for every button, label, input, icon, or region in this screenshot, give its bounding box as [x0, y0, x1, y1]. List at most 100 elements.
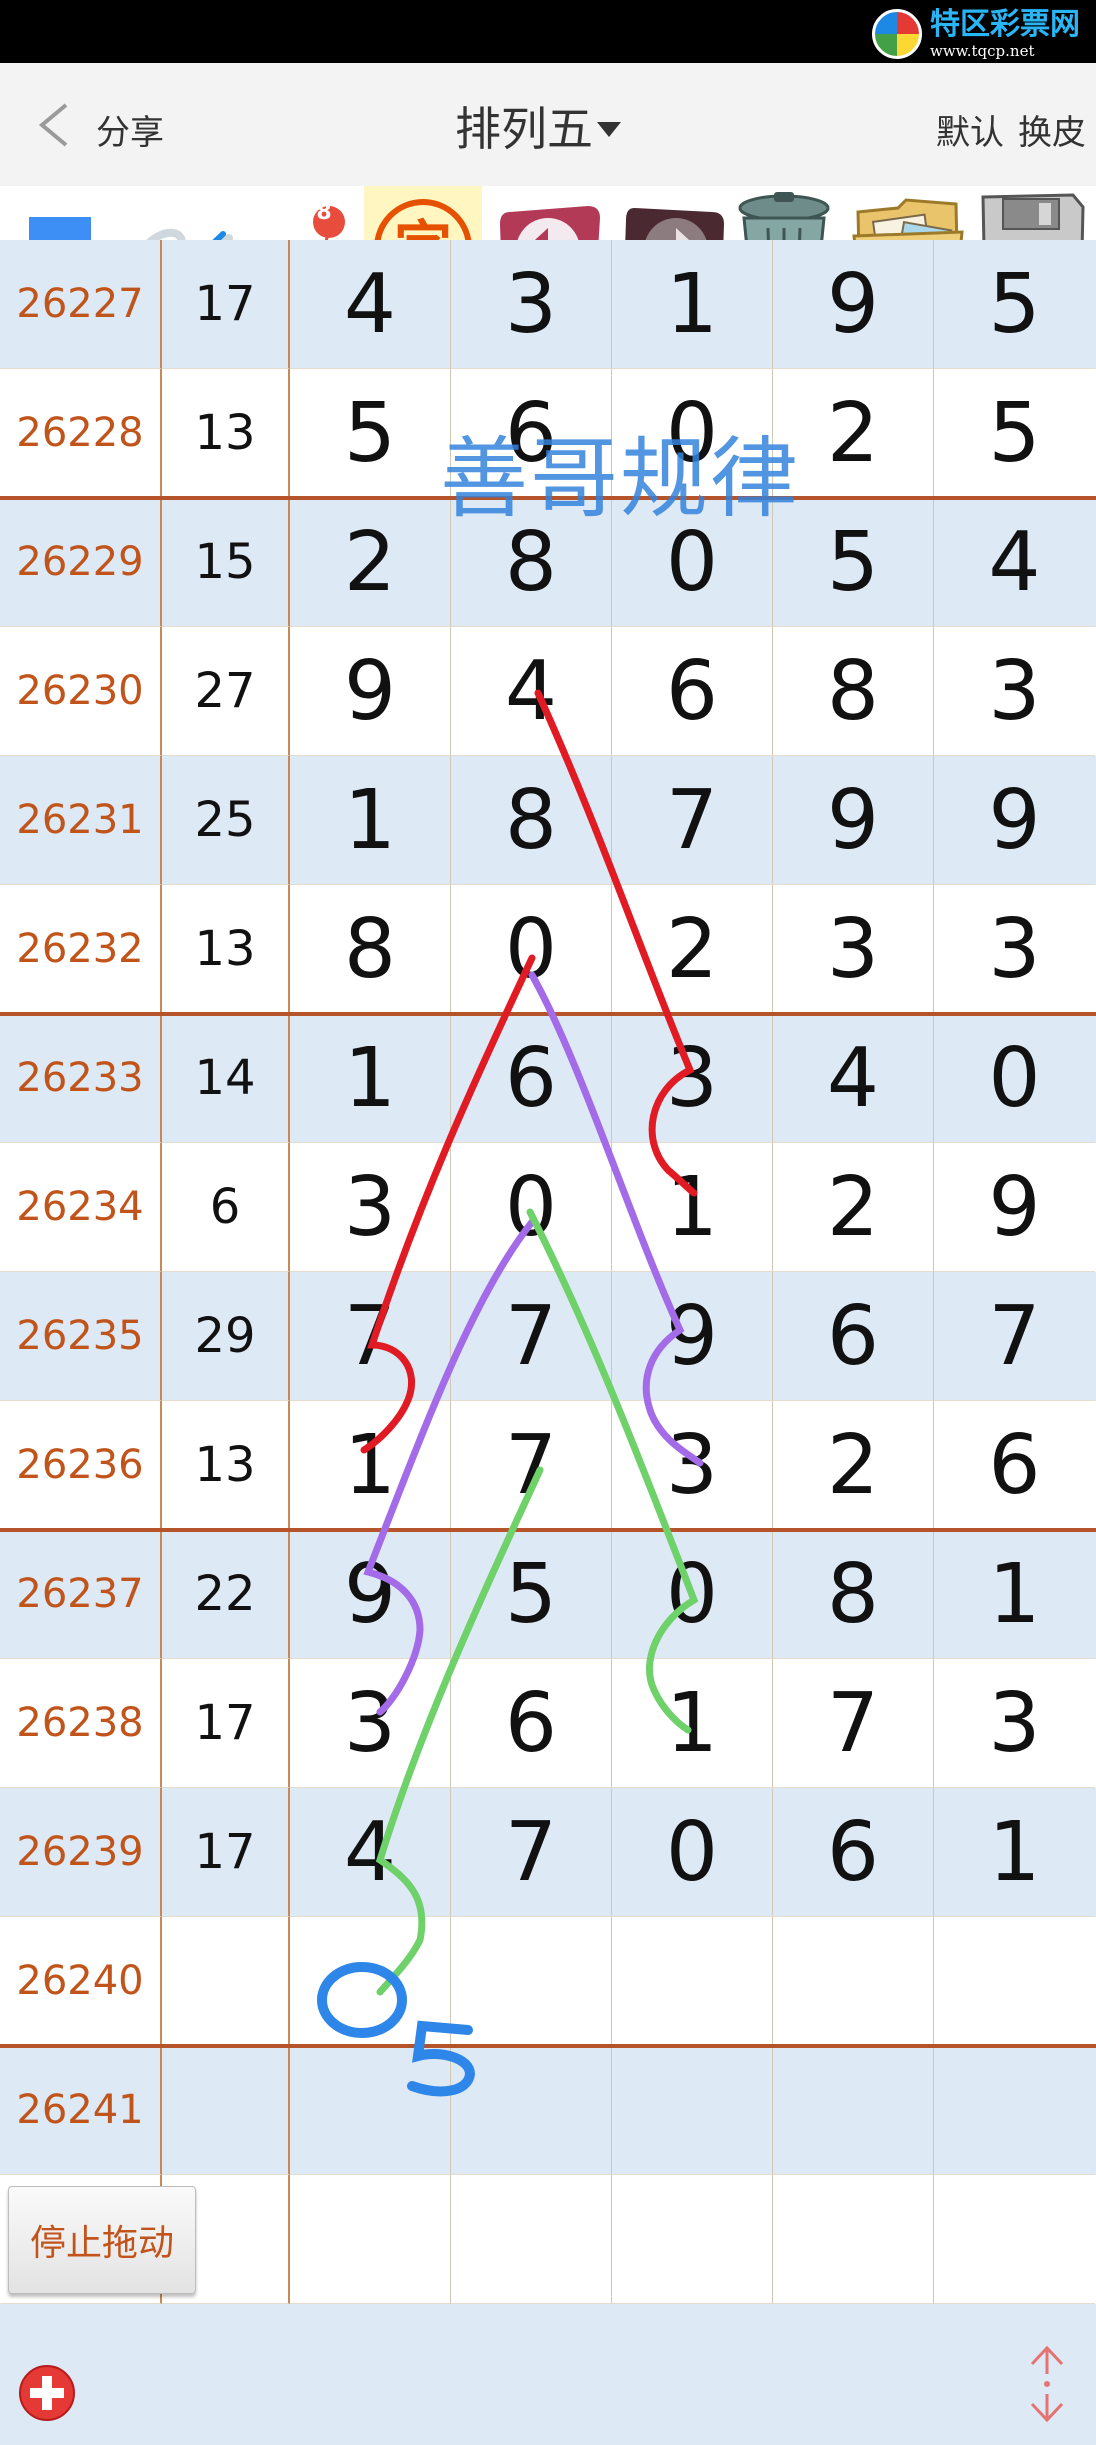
digit-cell[interactable]: 1	[612, 1143, 773, 1272]
digit-cell[interactable]: 4	[290, 1788, 451, 1917]
group-separator	[0, 1012, 1096, 1016]
sum-cell	[162, 1917, 290, 2046]
digit-cell[interactable]: 4	[934, 498, 1095, 627]
digit-cell[interactable]	[451, 2046, 612, 2175]
digit-cell[interactable]: 7	[290, 1272, 451, 1401]
digit-cell[interactable]: 6	[773, 1272, 934, 1401]
digit-cell[interactable]: 3	[934, 627, 1095, 756]
digit-cell[interactable]: 8	[451, 756, 612, 885]
digit-cell[interactable]	[290, 2046, 451, 2175]
digit-cell[interactable]: 2	[290, 498, 451, 627]
digit-cell[interactable]	[612, 1917, 773, 2046]
add-icon[interactable]	[18, 2364, 76, 2422]
digit-cell[interactable]: 3	[934, 885, 1095, 1014]
sum-cell: 17	[162, 1788, 290, 1917]
digit-cell[interactable]	[612, 2175, 773, 2304]
digit-cell[interactable]: 7	[451, 1401, 612, 1530]
digit-cell[interactable]: 1	[934, 1530, 1095, 1659]
digit-cell[interactable]: 4	[290, 240, 451, 369]
lottery-selector[interactable]: 排列五	[455, 93, 621, 159]
digit-cell[interactable]: 1	[612, 240, 773, 369]
digit-cell[interactable]: 7	[773, 1659, 934, 1788]
digit-cell[interactable]: 3	[612, 1014, 773, 1143]
digit-cell[interactable]: 9	[934, 756, 1095, 885]
digit-cell[interactable]: 2	[773, 369, 934, 498]
digit-cell[interactable]: 3	[290, 1143, 451, 1272]
digit-cell[interactable]	[773, 2175, 934, 2304]
digit-cell[interactable]: 1	[290, 756, 451, 885]
default-button[interactable]: 默认	[936, 105, 1004, 154]
table-row: 26227 17 4 3 1 9 5	[0, 240, 1096, 369]
digit-cell[interactable]: 5	[934, 369, 1095, 498]
digit-cell[interactable]: 0	[612, 1530, 773, 1659]
digit-cell[interactable]	[290, 1917, 451, 2046]
sum-cell: 13	[162, 369, 290, 498]
digit-cell[interactable]	[934, 1917, 1095, 2046]
digit-cell[interactable]: 1	[934, 1788, 1095, 1917]
digit-cell[interactable]: 8	[451, 498, 612, 627]
digit-cell[interactable]: 9	[773, 756, 934, 885]
digit-cell[interactable]: 0	[451, 1143, 612, 1272]
digit-cell[interactable]: 9	[612, 1272, 773, 1401]
digit-cell[interactable]: 0	[934, 1014, 1095, 1143]
digit-cell[interactable]: 2	[612, 885, 773, 1014]
digit-cell[interactable]	[612, 2046, 773, 2175]
digit-cell[interactable]: 4	[451, 627, 612, 756]
digit-cell[interactable]: 9	[290, 627, 451, 756]
digit-cell[interactable]	[934, 2046, 1095, 2175]
digit-cell[interactable]: 2	[773, 1143, 934, 1272]
digit-cell[interactable]: 5	[934, 240, 1095, 369]
digit-cell[interactable]: 7	[934, 1272, 1095, 1401]
digit-cell[interactable]: 9	[290, 1530, 451, 1659]
digit-cell[interactable]: 3	[934, 1659, 1095, 1788]
digit-cell[interactable]	[451, 1917, 612, 2046]
digit-cell[interactable]: 4	[773, 1014, 934, 1143]
scroll-up-down-icon[interactable]	[1024, 2344, 1070, 2424]
digit-cell[interactable]: 7	[451, 1272, 612, 1401]
digit-cell[interactable]: 0	[612, 1788, 773, 1917]
digit-cell[interactable]: 6	[934, 1401, 1095, 1530]
digit-cell[interactable]: 7	[451, 1788, 612, 1917]
bottom-bar	[0, 2304, 1096, 2445]
digit-cell[interactable]: 8	[773, 627, 934, 756]
digit-cell[interactable]: 8	[773, 1530, 934, 1659]
digit-cell[interactable]: 6	[451, 1659, 612, 1788]
issue-cell: 26233	[0, 1014, 162, 1143]
change-skin-button[interactable]: 换皮	[1018, 105, 1086, 154]
stop-drag-button[interactable]: 停止拖动	[8, 2186, 196, 2294]
digit-cell[interactable]: 9	[773, 240, 934, 369]
digit-cell[interactable]: 1	[290, 1014, 451, 1143]
digit-cell[interactable]: 0	[612, 498, 773, 627]
digit-cell[interactable]: 8	[290, 885, 451, 1014]
digit-cell[interactable]: 1	[612, 1659, 773, 1788]
digit-cell[interactable]	[934, 2175, 1095, 2304]
digit-cell[interactable]: 5	[290, 369, 451, 498]
digit-cell[interactable]: 6	[773, 1788, 934, 1917]
digit-cell[interactable]: 5	[773, 498, 934, 627]
digit-cell[interactable]: 6	[451, 369, 612, 498]
table-row: 26237 22 9 5 0 8 1	[0, 1530, 1096, 1659]
digit-cell[interactable]: 6	[612, 627, 773, 756]
digit-cell[interactable]: 3	[773, 885, 934, 1014]
table-row: 26234 6 3 0 1 2 9	[0, 1143, 1096, 1272]
digit-cell[interactable]: 2	[773, 1401, 934, 1530]
digit-cell[interactable]: 0	[451, 885, 612, 1014]
digit-cell[interactable]: 6	[451, 1014, 612, 1143]
app-header: 分享 排列五 默认 换皮	[0, 63, 1096, 186]
share-button[interactable]: 分享	[96, 105, 164, 154]
digit-cell[interactable]: 3	[290, 1659, 451, 1788]
digit-cell[interactable]	[290, 2175, 451, 2304]
digit-cell[interactable]: 7	[612, 756, 773, 885]
digit-cell[interactable]	[773, 1917, 934, 2046]
digit-cell[interactable]: 5	[451, 1530, 612, 1659]
digit-cell[interactable]: 9	[934, 1143, 1095, 1272]
table-row: 26231 25 1 8 7 9 9	[0, 756, 1096, 885]
digit-cell[interactable]: 3	[612, 1401, 773, 1530]
sum-cell	[162, 2046, 290, 2175]
digit-cell[interactable]: 1	[290, 1401, 451, 1530]
digit-cell[interactable]: 0	[612, 369, 773, 498]
digit-cell[interactable]	[451, 2175, 612, 2304]
digit-cell[interactable]	[773, 2046, 934, 2175]
back-chevron-icon[interactable]	[36, 101, 70, 149]
digit-cell[interactable]: 3	[451, 240, 612, 369]
